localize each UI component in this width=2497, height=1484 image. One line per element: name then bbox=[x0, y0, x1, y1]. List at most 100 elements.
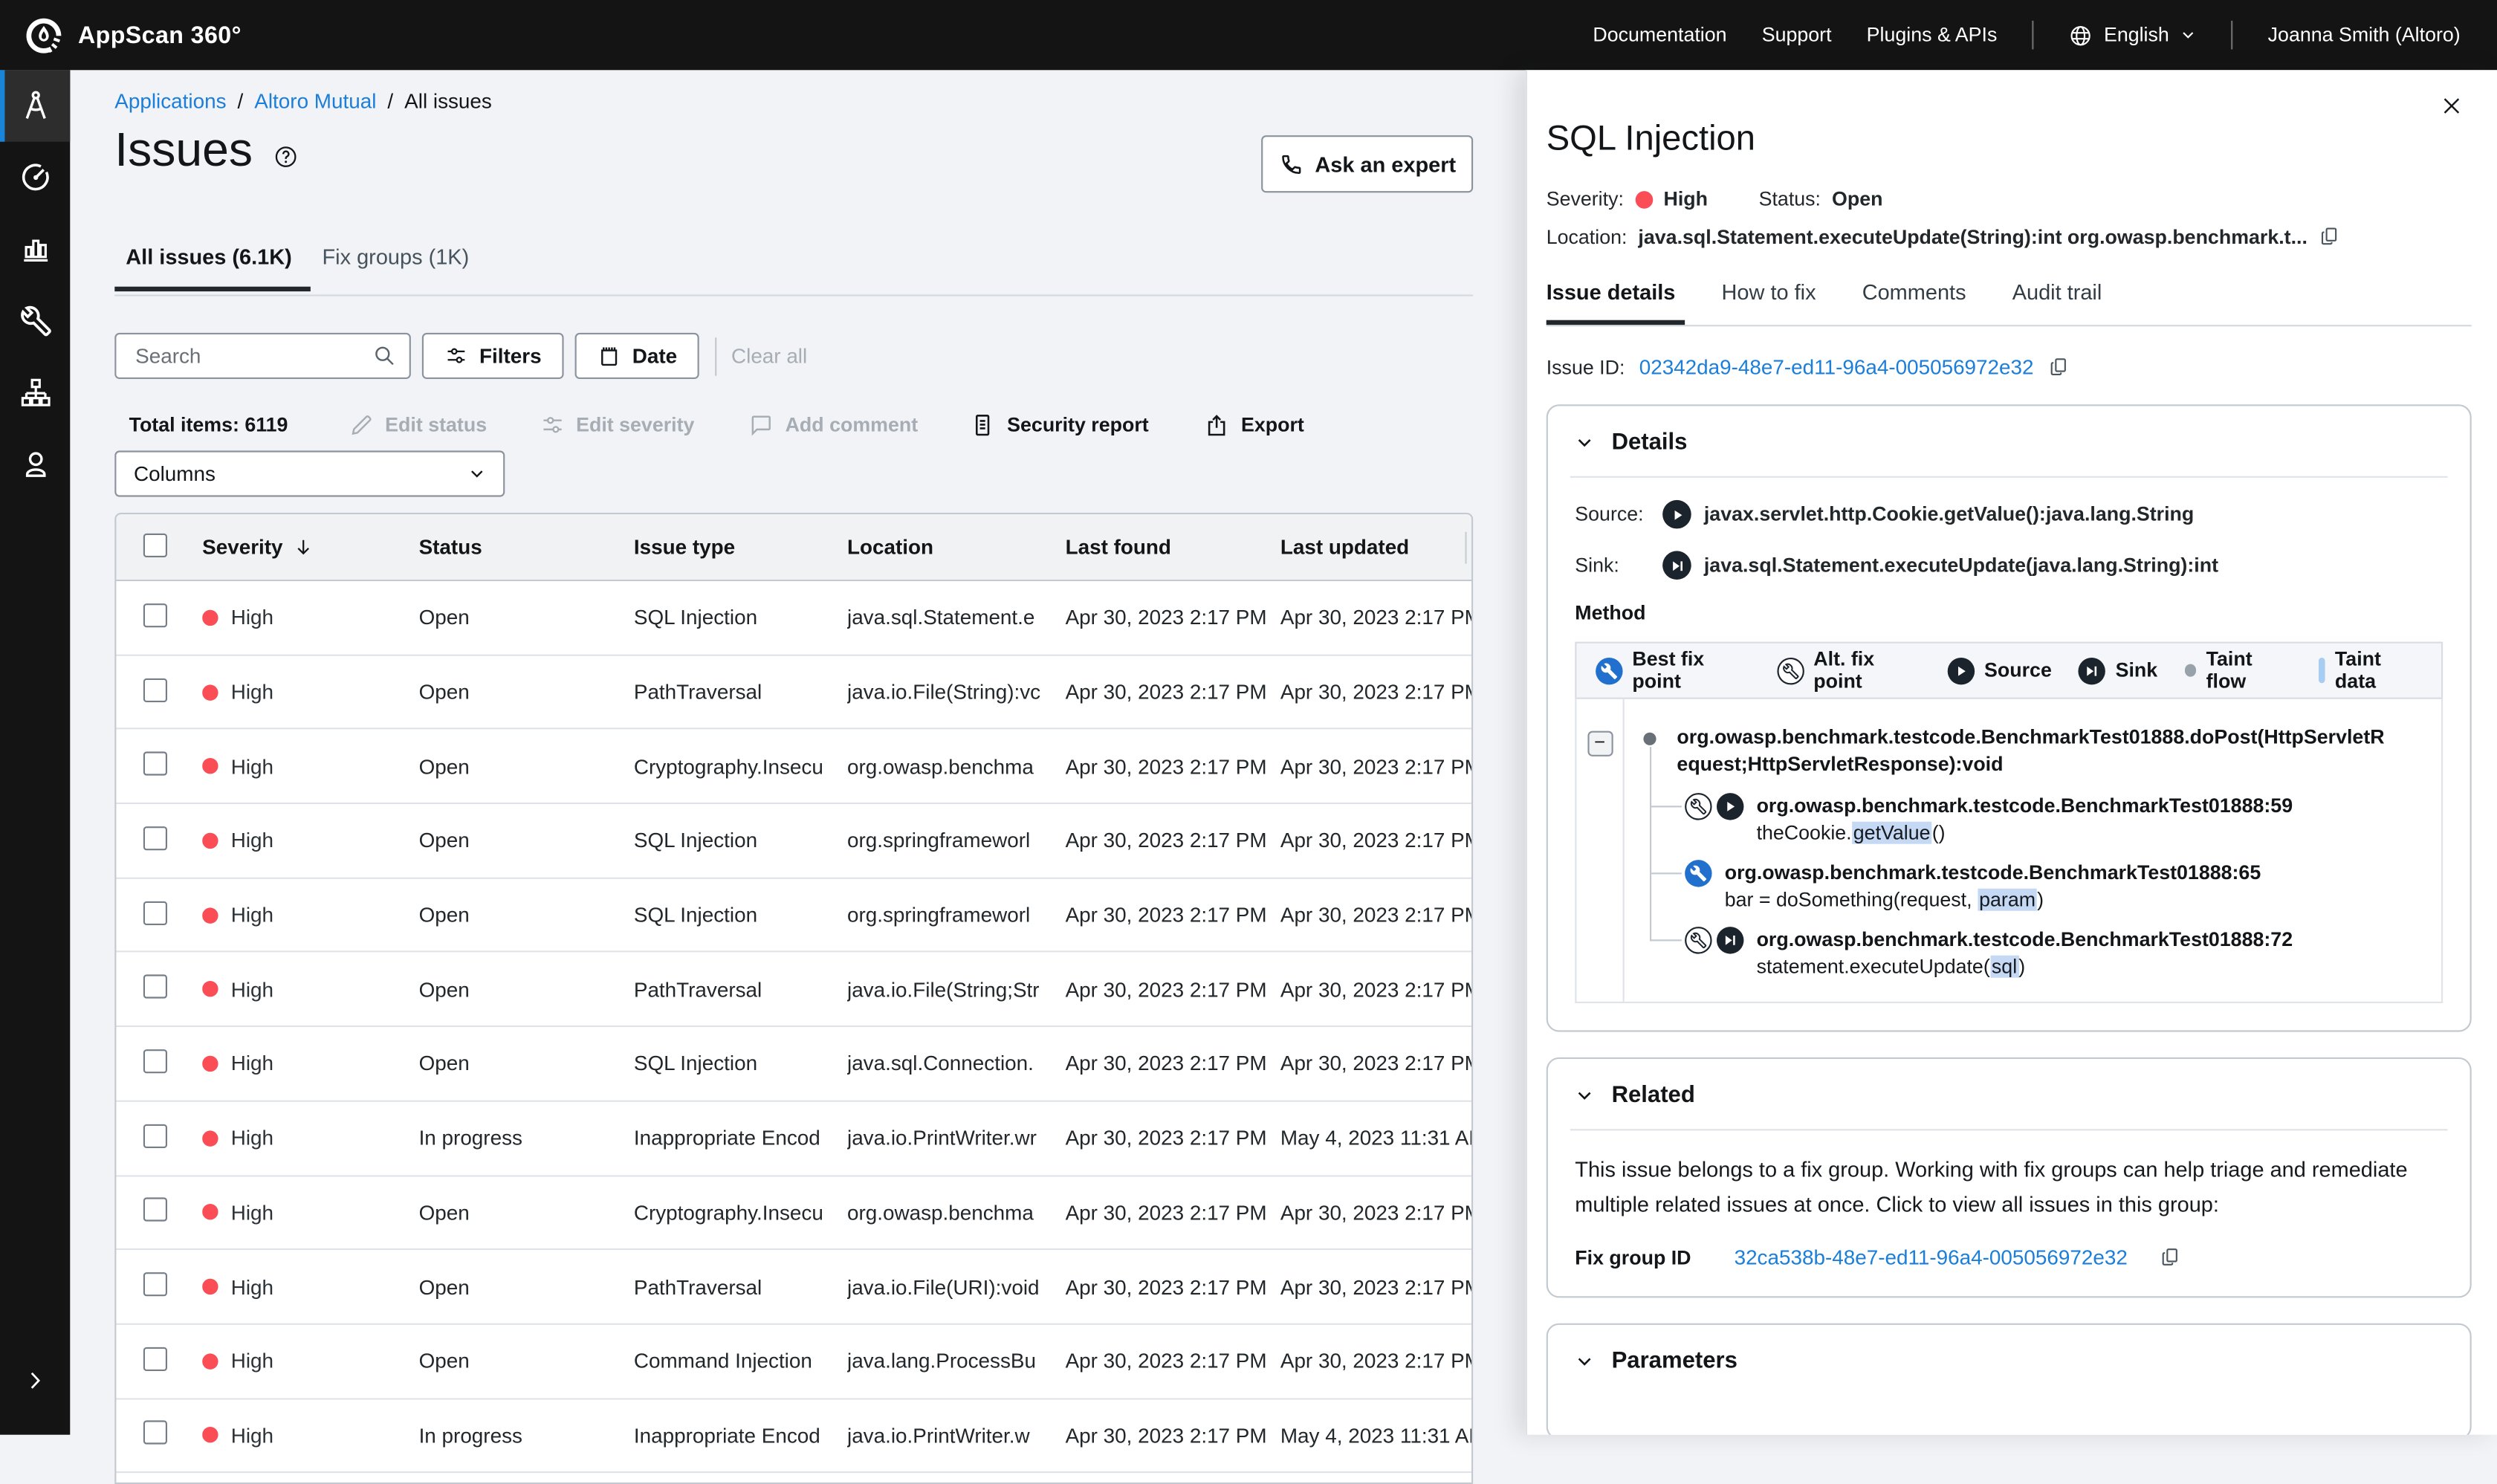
nav-support[interactable]: Support bbox=[1762, 24, 1832, 46]
row-checkbox[interactable] bbox=[143, 1421, 167, 1445]
sidebar-item-scans[interactable] bbox=[0, 142, 70, 213]
column-header-location[interactable]: Location bbox=[847, 535, 1066, 559]
status-value: Open bbox=[419, 1200, 634, 1224]
sidebar-item-tools[interactable] bbox=[0, 285, 70, 357]
column-header-last-updated[interactable]: Last updated bbox=[1280, 535, 1473, 559]
severity-value: High bbox=[231, 1274, 273, 1298]
severity-high-dot bbox=[202, 684, 218, 699]
details-card: Details Source: javax.servlet.http.Cooki… bbox=[1547, 404, 2472, 1031]
tabs-divider bbox=[114, 294, 1473, 296]
issue-row[interactable]: High Open SQL Injection org.springframew… bbox=[116, 878, 1471, 953]
method-label: Method bbox=[1575, 602, 2443, 624]
add-comment-button[interactable]: Add comment bbox=[748, 412, 918, 438]
fix-group-id-link[interactable]: 32ca538b-48e7-ed11-96a4-005056972e32 bbox=[1735, 1245, 2128, 1269]
trace-node-best-fix[interactable]: org.owasp.benchmark.testcode.BenchmarkTe… bbox=[1685, 860, 2425, 913]
help-icon[interactable] bbox=[273, 144, 297, 168]
sidebar-item-applications[interactable] bbox=[0, 70, 70, 141]
chevron-down-icon bbox=[468, 465, 486, 483]
row-checkbox[interactable] bbox=[143, 1272, 167, 1296]
page-title-row: Issues bbox=[114, 124, 297, 178]
issue-row[interactable]: High Open PathTraversal java.io.File(Str… bbox=[116, 655, 1471, 730]
row-checkbox[interactable] bbox=[143, 603, 167, 627]
details-section-toggle[interactable]: Details bbox=[1575, 430, 2443, 456]
issue-row[interactable]: High Open Cryptography.Insecu org.owasp.… bbox=[116, 1176, 1471, 1251]
nav-documentation[interactable]: Documentation bbox=[1593, 24, 1726, 46]
parameters-section-toggle[interactable]: Parameters bbox=[1575, 1349, 2443, 1374]
issue-row[interactable]: High Open SQL Injection java.sql.Connect… bbox=[116, 1027, 1471, 1101]
appscan-window: AppScan 360° Documentation Support Plugi… bbox=[0, 0, 2497, 1435]
column-header-status[interactable]: Status bbox=[419, 535, 634, 559]
search-icon[interactable] bbox=[372, 344, 396, 368]
clear-all-button[interactable]: Clear all bbox=[731, 344, 807, 368]
tab-audit-trail[interactable]: Audit trail bbox=[2012, 280, 2102, 325]
severity-high-dot bbox=[202, 1205, 218, 1220]
last-updated-value: Apr 30, 2023 2:17 PM bbox=[1280, 903, 1473, 927]
sidebar-item-reports[interactable] bbox=[0, 213, 70, 285]
issue-row[interactable]: High In progress Inappropriate Encod jav… bbox=[116, 1101, 1471, 1176]
tab-how-to-fix[interactable]: How to fix bbox=[1722, 280, 1816, 325]
trace-node-sink[interactable]: org.owasp.benchmark.testcode.BenchmarkTe… bbox=[1685, 927, 2425, 979]
ask-an-expert-button[interactable]: Ask an expert bbox=[1261, 135, 1473, 192]
security-report-button[interactable]: Security report bbox=[971, 412, 1149, 438]
sidebar-expand-button[interactable] bbox=[0, 1344, 70, 1416]
row-checkbox[interactable] bbox=[143, 1198, 167, 1222]
row-checkbox[interactable] bbox=[143, 1347, 167, 1370]
tab-all-issues[interactable]: All issues (6.1K) bbox=[114, 245, 311, 291]
user-menu[interactable]: Joanna Smith (Altoro) bbox=[2268, 24, 2461, 46]
severity-high-dot bbox=[202, 609, 218, 625]
close-icon[interactable] bbox=[2440, 94, 2464, 117]
search-input[interactable] bbox=[132, 343, 373, 369]
copy-icon[interactable] bbox=[2048, 355, 2070, 379]
date-button[interactable]: Date bbox=[575, 333, 700, 379]
breadcrumb-separator: / bbox=[238, 89, 244, 113]
severity-value: High bbox=[231, 680, 273, 704]
tab-issue-details[interactable]: Issue details bbox=[1547, 280, 1676, 325]
issue-id-link[interactable]: 02342da9-48e7-ed11-96a4-005056972e32 bbox=[1639, 355, 2034, 379]
row-checkbox[interactable] bbox=[143, 752, 167, 776]
trace-node-source[interactable]: org.owasp.benchmark.testcode.BenchmarkTe… bbox=[1685, 793, 2425, 846]
copy-icon[interactable] bbox=[2160, 1245, 2182, 1269]
breadcrumb-altoro-mutual[interactable]: Altoro Mutual bbox=[254, 89, 376, 113]
sink-icon bbox=[1717, 927, 1743, 953]
column-header-last-found[interactable]: Last found bbox=[1066, 535, 1280, 559]
column-header-issue-type[interactable]: Issue type bbox=[634, 535, 847, 559]
compass-icon bbox=[19, 89, 52, 123]
edit-status-button[interactable]: Edit status bbox=[349, 412, 487, 438]
language-selector[interactable]: English bbox=[2069, 23, 2196, 47]
issue-id-row: Issue ID: 02342da9-48e7-ed11-96a4-005056… bbox=[1547, 355, 2472, 379]
tab-comments[interactable]: Comments bbox=[1862, 280, 1966, 325]
nav-plugins-apis[interactable]: Plugins & APIs bbox=[1867, 24, 1998, 46]
filters-button[interactable]: Filters bbox=[422, 333, 564, 379]
edit-severity-button[interactable]: Edit severity bbox=[540, 412, 695, 438]
collapse-trace-button[interactable]: − bbox=[1587, 731, 1612, 756]
details-heading: Details bbox=[1612, 430, 1688, 456]
tab-fix-groups[interactable]: Fix groups (1K) bbox=[311, 245, 488, 291]
related-section-toggle[interactable]: Related bbox=[1575, 1083, 2443, 1108]
issue-row[interactable]: High Open PathTraversal java.io.File(URI… bbox=[116, 1251, 1471, 1325]
row-checkbox[interactable] bbox=[143, 678, 167, 702]
edit-status-label: Edit status bbox=[385, 414, 487, 436]
row-checkbox[interactable] bbox=[143, 1049, 167, 1073]
breadcrumb-applications[interactable]: Applications bbox=[114, 89, 226, 113]
copy-icon[interactable] bbox=[2319, 224, 2341, 248]
select-all-checkbox[interactable] bbox=[143, 533, 167, 557]
sidebar-item-users[interactable] bbox=[0, 428, 70, 499]
row-checkbox[interactable] bbox=[143, 975, 167, 999]
location-value: java.sql.Connection. bbox=[847, 1052, 1066, 1075]
gauge-icon bbox=[19, 161, 52, 194]
columns-dropdown[interactable]: Columns bbox=[114, 450, 505, 496]
trace-root-node[interactable]: org.owasp.benchmark.testcode.BenchmarkTe… bbox=[1643, 725, 2425, 779]
column-header-severity[interactable]: Severity bbox=[202, 535, 418, 559]
sidebar-item-policies[interactable] bbox=[0, 357, 70, 428]
best-fix-point-icon bbox=[1685, 860, 1711, 887]
issue-row[interactable]: High Open SQL Injection java.sql.Stateme… bbox=[116, 581, 1471, 655]
export-button[interactable]: Export bbox=[1205, 412, 1304, 438]
issue-row[interactable]: High Open PathTraversal java.io.File(Str… bbox=[116, 953, 1471, 1027]
issue-row[interactable]: High Open SQL Injection org.springframew… bbox=[116, 804, 1471, 878]
row-checkbox[interactable] bbox=[143, 901, 167, 924]
issue-row[interactable]: High Open Command Injection java.lang.Pr… bbox=[116, 1325, 1471, 1399]
row-checkbox[interactable] bbox=[143, 826, 167, 850]
issue-row[interactable]: High Open Cryptography.Insecu org.owasp.… bbox=[116, 730, 1471, 804]
row-checkbox[interactable] bbox=[143, 1124, 167, 1147]
issue-row[interactable]: High In progress Inappropriate Encod jav… bbox=[116, 1399, 1471, 1474]
